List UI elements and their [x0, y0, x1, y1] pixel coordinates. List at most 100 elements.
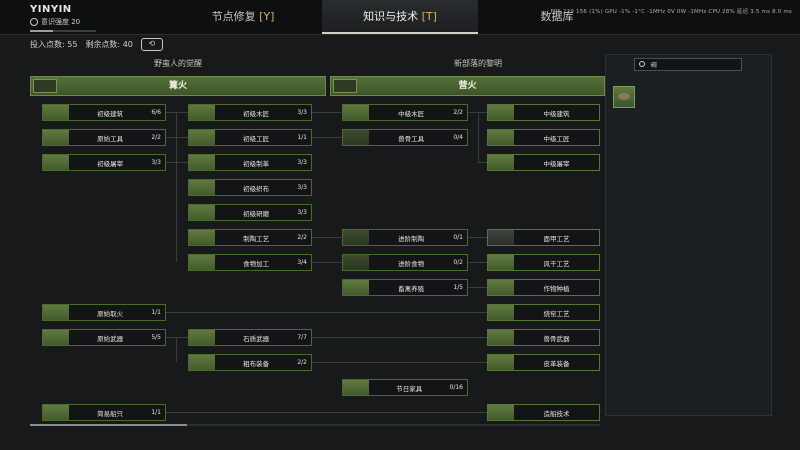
connector-line	[478, 112, 479, 162]
tech-node[interactable]: 进阶制陶 0/1	[342, 229, 468, 246]
bowl-icon	[618, 93, 630, 100]
horizontal-scrollbar-thumb[interactable]	[30, 424, 187, 426]
tech-node[interactable]: 原始取火 1/1	[42, 304, 166, 321]
top-bar: YINYIN 意识强度 20 节点修复 [Y] 知识与技术 [T] 数据库 FP…	[0, 0, 800, 35]
connector-line	[176, 112, 177, 262]
player-name: YINYIN	[30, 4, 72, 15]
tech-node[interactable]: 畜禽养殖 1/5	[342, 279, 468, 296]
search-icon	[639, 61, 645, 67]
connector-line	[166, 162, 188, 163]
tech-icon	[488, 280, 514, 295]
connector-line	[312, 112, 342, 113]
tech-node[interactable]: 节日家具 0/16	[342, 379, 468, 396]
tech-node[interactable]: 进阶食物 0/2	[342, 254, 468, 271]
tech-node[interactable]: 石质武器 7/7	[188, 329, 312, 346]
tech-node[interactable]: 初级织布 3/3	[188, 179, 312, 196]
reset-points-button[interactable]: ⟲	[140, 38, 163, 51]
tech-node[interactable]: 粗布装备 2/2	[188, 354, 312, 371]
tech-node[interactable]: 兽骨工具 0/4	[342, 129, 468, 146]
search-panel	[605, 54, 772, 416]
tech-icon	[43, 405, 69, 420]
tech-node[interactable]: 风干工艺	[487, 254, 600, 271]
xp-bar-fill	[30, 30, 54, 32]
connector-line	[468, 262, 487, 263]
connector-line	[468, 287, 487, 288]
search-input[interactable]	[651, 59, 739, 70]
tech-icon	[43, 305, 69, 320]
connector-line	[166, 412, 487, 413]
tech-node[interactable]: 造船技术	[487, 404, 600, 421]
tech-icon	[343, 255, 369, 270]
era-header-campfire: 营火	[330, 76, 605, 96]
tech-node[interactable]: 中级工匠	[487, 129, 600, 146]
remaining-points: 剩余点数: 40	[85, 40, 133, 49]
tech-icon	[189, 230, 215, 245]
connector-line	[176, 337, 177, 362]
tech-icon	[488, 355, 514, 370]
tech-node[interactable]: 初级屠宰 3/3	[42, 154, 166, 171]
tab-node-repair[interactable]: 节点修复 [Y]	[170, 0, 316, 34]
tech-icon	[488, 155, 514, 170]
invested-points: 投入点数: 55	[30, 40, 78, 49]
tech-node[interactable]: 食物加工 3/4	[188, 254, 312, 271]
tech-node[interactable]: 初级工匠 1/1	[188, 129, 312, 146]
connector-line	[312, 237, 342, 238]
tech-node[interactable]: 中级屠宰	[487, 154, 600, 171]
tech-icon	[343, 280, 369, 295]
connector-line	[312, 262, 342, 263]
tech-node[interactable]: 初级制革 3/3	[188, 154, 312, 171]
tech-node[interactable]: 初级研磨 3/3	[188, 204, 312, 221]
connector-line	[468, 237, 487, 238]
tech-icon	[189, 130, 215, 145]
tech-node[interactable]: 中级木匠 2/2	[342, 104, 468, 121]
era-header-bonfire: 篝火	[30, 76, 326, 96]
tech-node[interactable]: 初级木匠 3/3	[188, 104, 312, 121]
tech-icon	[189, 155, 215, 170]
connector-line	[166, 137, 188, 138]
tech-icon	[488, 330, 514, 345]
search-box[interactable]	[634, 58, 742, 71]
tech-icon	[189, 330, 215, 345]
tech-node[interactable]: 简易船只 1/1	[42, 404, 166, 421]
tech-node[interactable]: 作物种植	[487, 279, 600, 296]
tech-icon	[488, 405, 514, 420]
tech-icon	[189, 180, 215, 195]
tech-icon	[343, 380, 369, 395]
tech-node[interactable]: 兽骨武器	[487, 329, 600, 346]
tech-node[interactable]: 原始工具 2/2	[42, 129, 166, 146]
tech-icon	[189, 105, 215, 120]
tech-node[interactable]: 原始武器 5/5	[42, 329, 166, 346]
tech-icon	[189, 355, 215, 370]
connector-line	[166, 112, 188, 113]
connector-line	[166, 312, 487, 313]
search-result-item[interactable]	[613, 86, 635, 108]
tech-icon	[43, 130, 69, 145]
player-info: YINYIN 意识强度 20	[30, 4, 96, 32]
tech-node[interactable]: 制陶工艺 2/2	[188, 229, 312, 246]
tech-node[interactable]: 中级建筑	[487, 104, 600, 121]
tech-node[interactable]: 皮革装备	[487, 354, 600, 371]
consciousness-icon	[30, 18, 38, 26]
tech-icon	[189, 205, 215, 220]
connector-line	[312, 362, 487, 363]
tech-node[interactable]: 面甲工艺	[487, 229, 600, 246]
xp-bar	[30, 30, 96, 32]
tech-icon	[43, 155, 69, 170]
tech-icon	[189, 255, 215, 270]
tech-icon	[488, 305, 514, 320]
tech-icon	[343, 130, 369, 145]
tech-icon	[488, 105, 514, 120]
connector-line	[166, 337, 188, 338]
connector-line	[312, 137, 342, 138]
tab-knowledge-tech[interactable]: 知识与技术 [T]	[322, 0, 478, 34]
tech-node[interactable]: 初级建筑 6/6	[42, 104, 166, 121]
player-level: 意识强度 20	[41, 18, 81, 26]
tech-icon	[43, 105, 69, 120]
performance-overlay: FPS 229 156 (1%) GPU -1% -1°C -1MHz 0V 0…	[550, 9, 792, 15]
tech-icon	[343, 105, 369, 120]
points-bar: 投入点数: 55 剩余点数: 40 ⟲	[30, 38, 163, 51]
tech-node[interactable]: 烧窑工艺	[487, 304, 600, 321]
tech-icon	[488, 130, 514, 145]
tech-icon	[43, 330, 69, 345]
tab-database[interactable]: 数据库	[484, 0, 630, 34]
